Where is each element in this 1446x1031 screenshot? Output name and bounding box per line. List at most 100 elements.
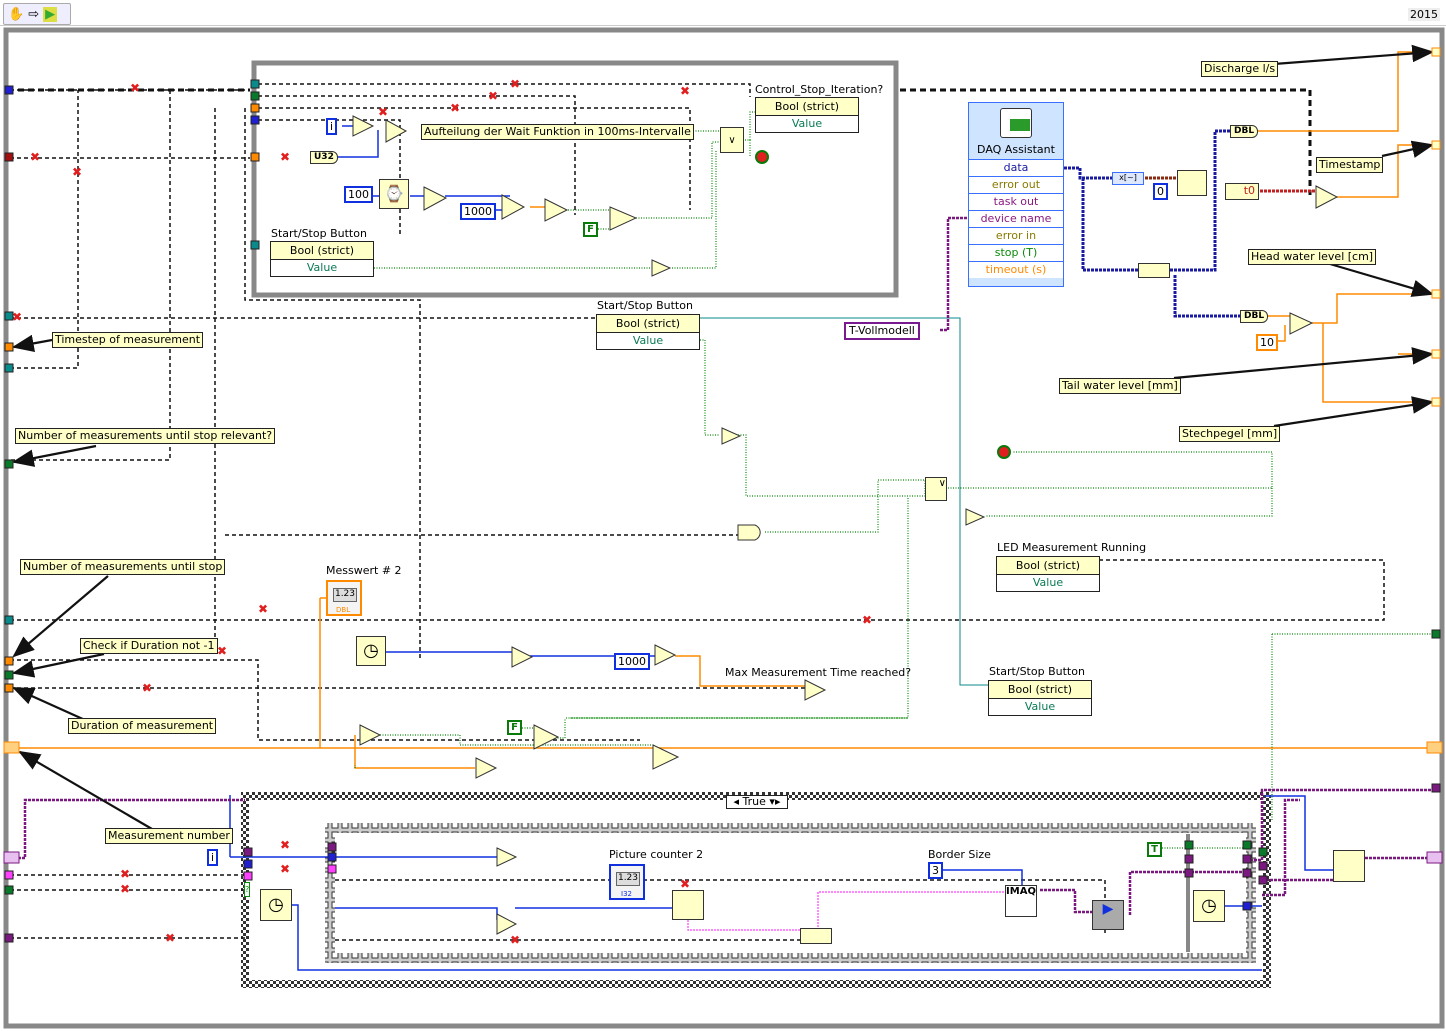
imaq-snap-icon: ▶ <box>1092 900 1124 930</box>
svg-text:✖: ✖ <box>680 877 690 891</box>
label-n-stop: Number of measurements until stop <box>20 559 226 575</box>
compound-or-node: ∨ <box>925 477 947 501</box>
svg-text:✖: ✖ <box>450 101 460 115</box>
label-duration: Duration of measurement <box>68 718 217 734</box>
daq-terminal-task-out[interactable]: task out <box>969 193 1063 210</box>
build-path-node <box>800 928 832 944</box>
property-node-type: Bool (strict) <box>597 315 699 333</box>
terminal-label: task out <box>993 195 1039 208</box>
svg-text:✖: ✖ <box>488 89 498 103</box>
daq-terminal-stop[interactable]: stop (T) <box>969 244 1063 261</box>
constant-1000[interactable]: 1000 <box>614 653 650 670</box>
constant-10[interactable]: 10 <box>1256 334 1278 351</box>
property-node-type: Bool (strict) <box>989 681 1091 699</box>
indicator-value: 1.23 <box>333 588 357 602</box>
not-node <box>965 508 986 526</box>
picture-counter-label: Picture counter 2 <box>609 848 704 861</box>
tick-count-icon: ◷ <box>1193 890 1225 922</box>
property-node-type: Bool (strict) <box>756 98 858 116</box>
label-tail-water: Tail water level [mm] <box>1059 378 1181 394</box>
label-discharge: Discharge l/s <box>1201 61 1279 77</box>
svg-text:✖: ✖ <box>280 150 290 164</box>
label-timestep: Timestep of measurement <box>52 332 204 348</box>
property-value: Value <box>306 261 338 274</box>
svg-text:✖: ✖ <box>862 613 872 627</box>
svg-text:✖: ✖ <box>510 77 520 91</box>
daq-terminal-device-name[interactable]: device name <box>969 210 1063 227</box>
block-diagram-wires: ✖ ✖✖✖ ✖✖✖ ✖ ✖✖✖✖ ✖✖✖✖ ✖✖✖✖✖ <box>3 27 1445 1029</box>
divide-node <box>1289 312 1314 335</box>
property-node-type: Bool (strict) <box>997 557 1099 575</box>
svg-text:✖: ✖ <box>12 310 22 324</box>
daq-terminal-error-in[interactable]: error in <box>969 227 1063 244</box>
increment-node <box>475 757 498 779</box>
number-to-string-node <box>672 890 704 920</box>
property-value: Value <box>1024 700 1056 713</box>
start-stop-label: Start/Stop Button <box>271 227 367 240</box>
picture-counter-indicator: 1.23 I32 <box>609 864 645 900</box>
constant-0[interactable]: 0 <box>1153 183 1168 200</box>
iteration-terminal: i <box>326 118 338 135</box>
svg-text:✖: ✖ <box>378 105 388 119</box>
start-stop-property-node[interactable]: Bool (strict) Value <box>270 241 374 277</box>
increment-node <box>496 913 518 935</box>
svg-text:✖: ✖ <box>120 882 130 896</box>
daq-icon <box>969 103 1063 143</box>
daq-title: DAQ Assistant <box>977 143 1055 156</box>
greater-equal-node <box>804 679 827 701</box>
tick-count-icon: ◷ <box>356 636 386 666</box>
led-label: LED Measurement Running <box>997 541 1147 554</box>
increment-node <box>352 115 375 137</box>
svg-text:✖: ✖ <box>258 602 268 616</box>
select-node <box>609 206 638 231</box>
device-ring-constant[interactable]: T-Vollmodell <box>844 322 920 340</box>
max-time-label: Max Measurement Time reached? <box>725 666 912 679</box>
while-loop-frame <box>3 27 1445 1029</box>
property-node-type: Bool (strict) <box>271 242 373 260</box>
to-dbl-node: DBL <box>1230 125 1259 138</box>
indicator-type: DBL <box>336 606 351 614</box>
svg-text:✖: ✖ <box>72 165 82 179</box>
to-dbl-node: DBL <box>1240 310 1269 323</box>
constant-1000[interactable]: 1000 <box>460 203 496 220</box>
daq-terminal-error-out[interactable]: error out <box>969 176 1063 193</box>
label-check-duration: Check if Duration not -1 <box>80 638 218 654</box>
subtract-node <box>1315 185 1339 209</box>
greater-equal-node <box>544 198 569 222</box>
daq-terminal-timeout[interactable]: timeout (s) <box>969 261 1063 278</box>
start-stop-property-node[interactable]: Bool (strict) Value <box>988 680 1092 716</box>
start-stop-property-node[interactable]: Bool (strict) Value <box>596 314 700 350</box>
constant-false[interactable]: F <box>583 222 598 237</box>
messwert-label: Messwert # 2 <box>326 564 402 577</box>
comment-label: Aufteilung der Wait Funktion in 100ms-In… <box>421 124 694 140</box>
indicator-value: 1.23 <box>616 872 640 886</box>
led-property-node[interactable]: Bool (strict) Value <box>996 556 1100 592</box>
greater-equal-node <box>359 724 382 746</box>
label-head-water: Head water level [cm] <box>1248 249 1377 265</box>
property-value: Value <box>791 117 823 130</box>
get-waveform-t0-node: t0 <box>1225 183 1259 200</box>
constant-true[interactable]: T <box>1147 842 1162 857</box>
svg-text:✖: ✖ <box>280 862 290 876</box>
border-size-label: Border Size <box>928 848 991 861</box>
constant-3[interactable]: 3 <box>928 862 943 879</box>
stop-terminal <box>755 150 769 164</box>
from-dynamic-data-node: x[~] <box>1112 172 1144 185</box>
terminal-label: timeout (s) <box>985 263 1047 276</box>
property-value: Value <box>632 334 664 347</box>
daq-assistant[interactable]: DAQ Assistant data error out task out de… <box>968 102 1064 287</box>
svg-text:✖: ✖ <box>165 931 175 945</box>
daq-terminal-data[interactable]: data <box>969 159 1063 176</box>
divide-node <box>501 194 526 220</box>
constant-false[interactable]: F <box>507 720 522 735</box>
divide-node <box>654 644 677 666</box>
constant-100[interactable]: 100 <box>344 186 373 203</box>
not-node <box>651 259 672 277</box>
control-stop-property-node[interactable]: Bool (strict) Value <box>755 97 859 133</box>
label-timestamp: Timestamp <box>1316 157 1384 173</box>
case-selector[interactable]: ◂ True ▾▸ <box>726 795 788 809</box>
svg-text:✖: ✖ <box>120 867 130 881</box>
svg-text:✖: ✖ <box>280 838 290 852</box>
svg-text:✖: ✖ <box>510 933 520 947</box>
start-stop-label: Start/Stop Button <box>597 299 693 312</box>
